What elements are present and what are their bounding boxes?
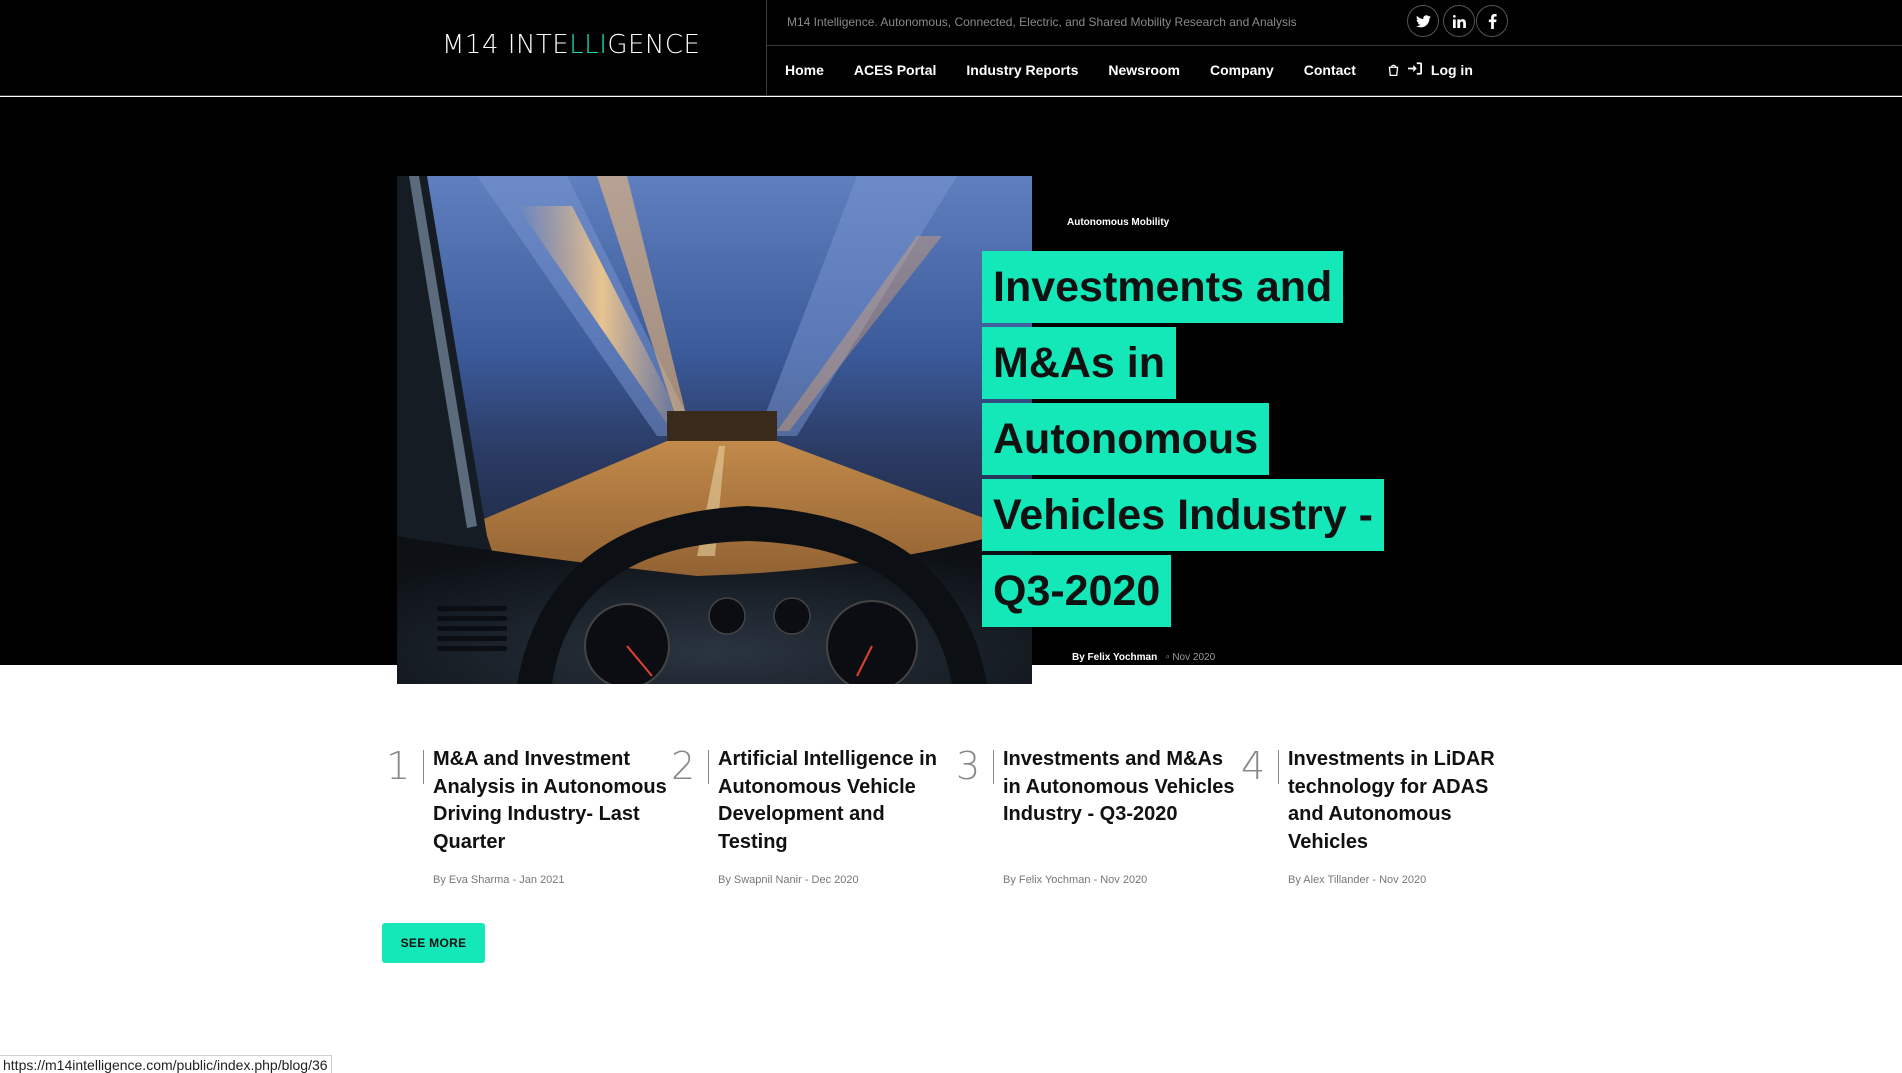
article-number: 1 <box>386 744 411 788</box>
logo-text-accent: LLI <box>569 30 608 60</box>
site-logo[interactable]: M14 INTELLIGENCE <box>442 30 700 60</box>
article-meta: By Felix Yochman - Nov 2020 <box>1003 874 1148 886</box>
hero-author[interactable]: By Felix Yochman <box>1072 652 1157 663</box>
login-label: Log in <box>1430 62 1473 78</box>
article-number: 3 <box>956 744 981 788</box>
hero-image[interactable] <box>397 176 1032 684</box>
article-meta: By Eva Sharma - Jan 2021 <box>433 874 565 886</box>
cart-icon[interactable] <box>1387 64 1400 77</box>
nav-contact[interactable]: Contact <box>1304 62 1356 78</box>
article-divider <box>1278 750 1279 784</box>
header-separator <box>766 45 1902 46</box>
article-meta: By Alex Tillander - Nov 2020 <box>1288 874 1427 886</box>
hero-date: ▫ Nov 2020 <box>1166 652 1215 663</box>
twitter-icon[interactable] <box>1407 5 1439 37</box>
nav-industry-reports[interactable]: Industry Reports <box>966 62 1078 78</box>
logo-text-part1: M14 INTE <box>442 30 570 60</box>
nav-aces-portal[interactable]: ACES Portal <box>854 62 936 78</box>
main-nav: Home ACES Portal Industry Reports Newsro… <box>785 62 1473 78</box>
article-title[interactable]: Investments in LiDAR technology for ADAS… <box>1288 746 1528 856</box>
article-number: 2 <box>671 744 696 788</box>
article-divider <box>708 750 709 784</box>
hero-title-line[interactable]: Vehicles Industry - <box>982 479 1384 551</box>
hero-title-line[interactable]: Autonomous <box>982 403 1270 475</box>
hero-title-line[interactable]: Q3-2020 <box>982 555 1172 627</box>
header-divider <box>766 0 767 96</box>
site-header: M14 INTELLIGENCE M14 Intelligence. Auton… <box>0 0 1902 96</box>
hero-title-line[interactable]: M&As in <box>982 327 1176 399</box>
logo-text-part2: GENCE <box>607 30 701 60</box>
login-link[interactable]: Log in <box>1407 62 1473 78</box>
calendar-icon: ▫ <box>1166 652 1170 663</box>
login-icon <box>1407 62 1422 78</box>
article-title[interactable]: Artificial Intelligence in Autonomous Ve… <box>718 746 958 856</box>
nav-company[interactable]: Company <box>1210 62 1274 78</box>
article-divider <box>993 750 994 784</box>
nav-newsroom[interactable]: Newsroom <box>1108 62 1180 78</box>
article-title[interactable]: Investments and M&As in Autonomous Vehic… <box>1003 746 1243 829</box>
hero-date-text: Nov 2020 <box>1172 652 1216 663</box>
facebook-icon[interactable] <box>1476 5 1508 37</box>
article-title[interactable]: M&A and Investment Analysis in Autonomou… <box>433 746 673 856</box>
hero-title-line[interactable]: Investments and <box>982 251 1344 323</box>
linkedin-icon[interactable] <box>1443 5 1475 37</box>
browser-status-url: https://m14intelligence.com/public/index… <box>0 1055 332 1073</box>
site-tagline: M14 Intelligence. Autonomous, Connected,… <box>787 15 1297 29</box>
see-more-button[interactable]: SEE MORE <box>382 923 485 963</box>
hero-category[interactable]: Autonomous Mobility <box>1067 217 1169 228</box>
nav-home[interactable]: Home <box>785 62 824 78</box>
article-meta: By Swapnil Nanir - Dec 2020 <box>718 874 859 886</box>
article-number: 4 <box>1241 744 1266 788</box>
article-divider <box>423 750 424 784</box>
